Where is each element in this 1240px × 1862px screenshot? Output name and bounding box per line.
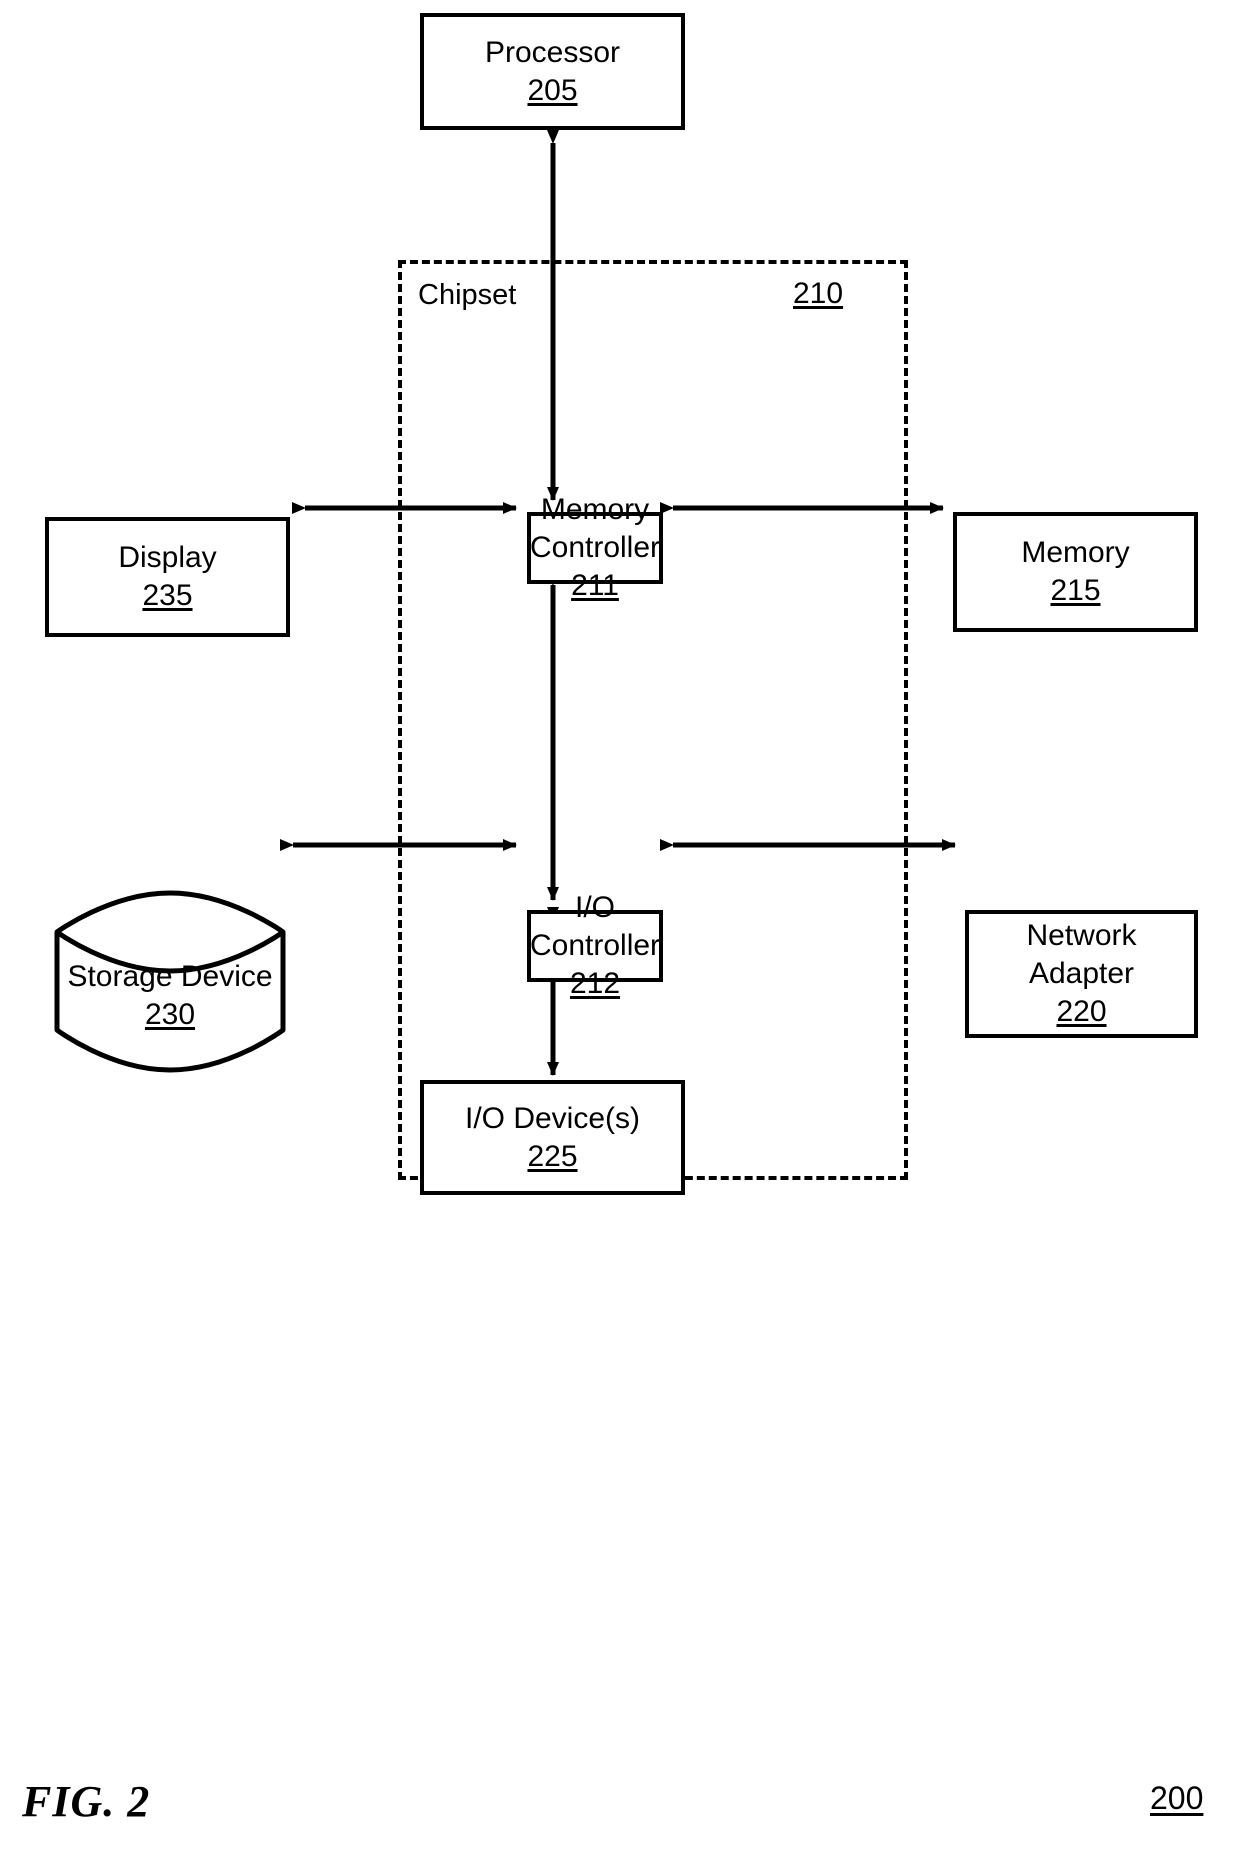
block-network-adapter-number: 220 [1056, 995, 1107, 1028]
block-processor[interactable]: Processor 205 [420, 13, 685, 130]
block-storage-device[interactable]: Storage Device 230 [57, 893, 283, 1070]
block-display-number: 235 [142, 579, 193, 612]
block-memory-controller-number: 211 [571, 569, 619, 602]
block-storage-device-title: Storage Device [67, 959, 273, 993]
block-storage-device-text: Storage Device 230 [67, 893, 272, 1070]
chipset-reference-number: 210 [793, 277, 844, 310]
figure-caption: FIG. 2 [22, 1777, 151, 1826]
block-processor-number: 205 [527, 73, 578, 107]
figure-canvas: Chipset 210 Processor 205 Memory Control… [0, 0, 1240, 1862]
block-memory-controller[interactable]: Memory Controller 211 [527, 493, 663, 602]
block-io-devices-title: I/O Device(s) [464, 1101, 641, 1135]
figure-system-number: 200 [1150, 1780, 1204, 1816]
block-io-controller-title: I/O Controller [529, 891, 661, 962]
block-display[interactable]: Display 235 [45, 517, 290, 637]
block-display-title: Display [118, 541, 217, 574]
block-memory-title: Memory [1021, 536, 1130, 569]
block-storage-device-number: 230 [144, 997, 196, 1031]
block-processor-title: Processor [484, 35, 621, 69]
block-network-adapter[interactable]: Network Adapter 220 [965, 910, 1198, 1038]
block-io-devices-number: 225 [527, 1139, 578, 1173]
block-io-devices[interactable]: I/O Device(s) 225 [420, 1080, 685, 1195]
block-memory-number: 215 [1050, 574, 1101, 607]
chipset-boundary [398, 260, 908, 1180]
block-memory[interactable]: Memory 215 [953, 512, 1198, 632]
block-network-adapter-title: Network Adapter [1026, 919, 1137, 990]
block-io-controller-number: 212 [569, 967, 621, 1000]
chipset-label: Chipset [418, 279, 517, 311]
block-memory-controller-title: Memory Controller [529, 493, 661, 564]
block-io-controller[interactable]: I/O Controller 212 [527, 891, 663, 1000]
